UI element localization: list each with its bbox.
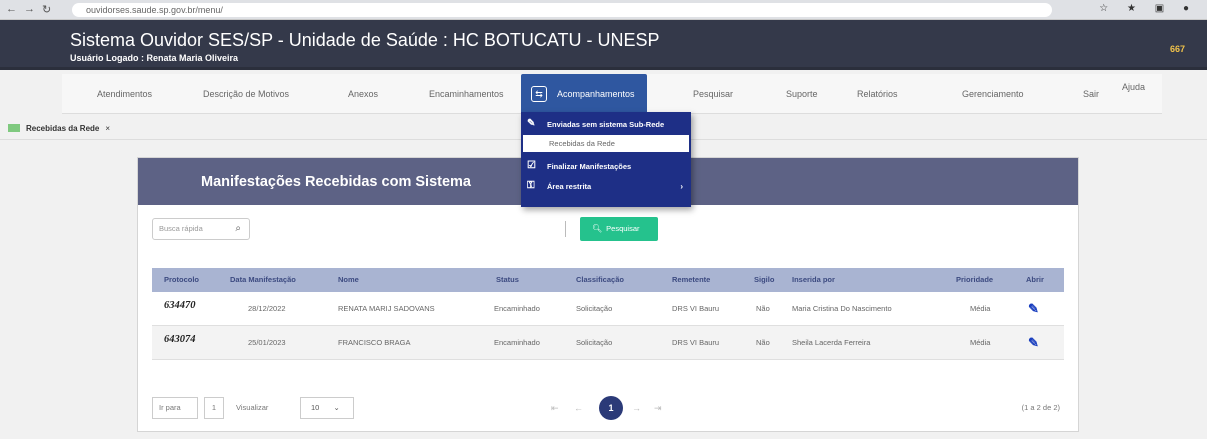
page-size-value: 10 xyxy=(311,403,320,412)
reload-icon[interactable]: ↻ xyxy=(42,3,51,16)
address-bar[interactable]: ouvidorses.saude.sp.gov.br/menu/ xyxy=(72,3,1052,17)
browser-extension-icons[interactable]: ☆ ★ ▣ ● xyxy=(1099,3,1197,14)
cell-remetente: DRS VI Bauru xyxy=(672,304,720,313)
col-remetente[interactable]: Remetente xyxy=(672,268,710,292)
col-nome[interactable]: Nome xyxy=(338,268,359,292)
cell-inserida-por: Sheila Lacerda Ferreira xyxy=(792,338,871,347)
divider xyxy=(565,221,566,237)
menu-descricao-motivos[interactable]: Descrição de Motivos xyxy=(203,74,289,114)
col-protocolo[interactable]: Protocolo xyxy=(164,268,199,292)
table-row[interactable]: 643074 25/01/2023 FRANCISCO BRAGA Encami… xyxy=(152,326,1064,360)
cell-classificacao: Solicitação xyxy=(576,338,613,347)
table-row[interactable]: 634470 28/12/2022 RENATA MARIJ SADOVANS … xyxy=(152,292,1064,326)
goto-page-label: Ir para xyxy=(152,397,198,419)
menu-suporte[interactable]: Suporte xyxy=(786,74,818,114)
back-icon[interactable]: ← xyxy=(6,3,17,15)
forward-icon[interactable]: → xyxy=(24,3,35,15)
tab-color-icon xyxy=(8,124,20,132)
close-icon[interactable]: × xyxy=(105,124,110,133)
dropdown-item-label: Área restrita xyxy=(547,182,592,191)
tab-recebidas-da-rede[interactable]: Recebidas da Rede × xyxy=(8,124,110,133)
search-icon: ⌕ xyxy=(235,223,241,234)
cell-data: 25/01/2023 xyxy=(248,338,286,347)
cell-classificacao: Solicitação xyxy=(576,304,613,313)
dropdown-finalizar-manifestacoes[interactable]: ☑ Finalizar Manifestações xyxy=(521,158,691,175)
key-icon: ⚿ xyxy=(527,180,535,191)
cell-remetente: DRS VI Bauru xyxy=(672,338,720,347)
menu-acompanhamentos[interactable]: ⇆ Acompanhamentos xyxy=(521,74,647,114)
goto-page-input[interactable]: 1 xyxy=(204,397,224,419)
cell-nome: RENATA MARIJ SADOVANS xyxy=(338,304,435,313)
col-classificacao[interactable]: Classificação xyxy=(576,268,624,292)
dropdown-recebidas-da-rede[interactable]: Recebidas da Rede xyxy=(523,135,689,152)
dropdown-area-restrita[interactable]: ⚿ Área restrita › xyxy=(521,178,691,195)
app-header: Sistema Ouvidor SES/SP - Unidade de Saúd… xyxy=(0,20,1207,70)
open-icon[interactable]: ✎ xyxy=(1028,292,1039,326)
chevron-right-icon: › xyxy=(680,182,683,191)
menu-gerenciamento[interactable]: Gerenciamento xyxy=(962,74,1024,114)
menu-anexos[interactable]: Anexos xyxy=(348,74,378,114)
record-count: (1 a 2 de 2) xyxy=(1021,403,1060,412)
browser-toolbar: ← → ↻ ouvidorses.saude.sp.gov.br/menu/ ☆… xyxy=(0,0,1207,20)
cell-protocolo: 634470 xyxy=(164,300,196,311)
search-input[interactable]: Busca rápida ⌕ xyxy=(152,218,250,240)
prev-page-icon[interactable]: ← xyxy=(574,397,583,419)
cell-nome: FRANCISCO BRAGA xyxy=(338,338,411,347)
dropdown-item-label: Recebidas da Rede xyxy=(549,139,615,148)
pencil-icon: ✎ xyxy=(527,118,536,129)
magnifier-icon: 🔍︎ xyxy=(592,224,603,233)
search-button[interactable]: 🔍︎ Pesquisar xyxy=(580,217,658,241)
edit-box-icon: ☑ xyxy=(527,160,536,171)
main-menu: Atendimentos Descrição de Motivos Anexos… xyxy=(62,74,1162,114)
col-inserida-por[interactable]: Inserida por xyxy=(792,268,835,292)
cell-prioridade: Média xyxy=(970,338,991,347)
search-placeholder: Busca rápida xyxy=(159,224,203,233)
search-button-label: Pesquisar xyxy=(606,224,640,233)
cell-status: Encaminhado xyxy=(494,338,540,347)
logged-user: Usuário Logado : Renata Maria Oliveira xyxy=(70,53,239,63)
menu-pesquisar[interactable]: Pesquisar xyxy=(693,74,733,114)
current-page-button[interactable]: 1 xyxy=(599,396,623,420)
menu-ajuda[interactable]: Ajuda xyxy=(1122,74,1145,114)
view-label: Visualizar xyxy=(236,403,269,412)
menu-acompanhamentos-label: Acompanhamentos xyxy=(557,89,635,99)
table-header: Protocolo Data Manifestação Nome Status … xyxy=(152,268,1064,292)
last-page-icon[interactable]: ⇥ xyxy=(654,397,662,419)
tracking-icon: ⇆ xyxy=(531,86,547,102)
cell-status: Encaminhado xyxy=(494,304,540,313)
page-size-select[interactable]: 10 ⌄ xyxy=(300,397,354,419)
open-icon[interactable]: ✎ xyxy=(1028,326,1039,360)
cell-data: 28/12/2022 xyxy=(248,304,286,313)
cell-prioridade: Média xyxy=(970,304,991,313)
dropdown-enviadas-sem-sistema[interactable]: ✎ Enviadas sem sistema Sub-Rede xyxy=(521,116,691,133)
col-data-manifestacao[interactable]: Data Manifestação xyxy=(230,268,296,292)
col-abrir: Abrir xyxy=(1026,275,1044,284)
tab-label: Recebidas da Rede xyxy=(26,124,100,133)
chevron-down-icon: ⌄ xyxy=(333,403,340,412)
cell-sigilo: Não xyxy=(756,338,770,347)
page-title: Manifestações Recebidas com Sistema xyxy=(201,174,471,190)
col-sigilo[interactable]: Sigilo xyxy=(754,268,774,292)
header-code: 667 xyxy=(1169,44,1185,54)
first-page-icon[interactable]: ⇤ xyxy=(551,397,559,419)
acompanhamentos-dropdown: ✎ Enviadas sem sistema Sub-Rede Recebida… xyxy=(521,112,691,207)
app-title: Sistema Ouvidor SES/SP - Unidade de Saúd… xyxy=(70,30,660,50)
col-prioridade[interactable]: Prioridade xyxy=(956,268,993,292)
next-page-icon[interactable]: → xyxy=(632,397,641,419)
menu-encaminhamentos[interactable]: Encaminhamentos xyxy=(429,74,504,114)
menu-atendimentos[interactable]: Atendimentos xyxy=(97,74,152,114)
menu-relatorios[interactable]: Relatórios xyxy=(857,74,898,114)
cell-inserida-por: Maria Cristina Do Nascimento xyxy=(792,304,892,313)
cell-sigilo: Não xyxy=(756,304,770,313)
dropdown-item-label: Enviadas sem sistema Sub-Rede xyxy=(547,120,665,129)
col-status[interactable]: Status xyxy=(496,268,519,292)
cell-protocolo: 643074 xyxy=(164,334,196,345)
menu-sair[interactable]: Sair xyxy=(1083,74,1099,114)
dropdown-item-label: Finalizar Manifestações xyxy=(547,162,632,171)
